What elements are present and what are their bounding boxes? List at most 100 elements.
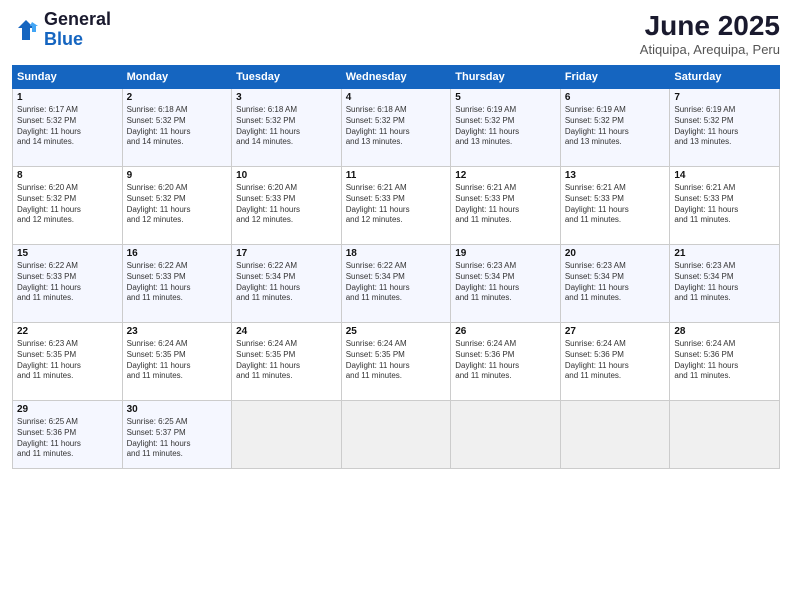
day-number: 3 xyxy=(236,92,337,103)
day-info: Sunrise: 6:23 AM Sunset: 5:34 PM Dayligh… xyxy=(674,261,775,304)
day-number: 9 xyxy=(127,170,228,181)
day-number: 19 xyxy=(455,248,556,259)
day-number: 8 xyxy=(17,170,118,181)
day-info: Sunrise: 6:21 AM Sunset: 5:33 PM Dayligh… xyxy=(455,183,556,226)
day-info: Sunrise: 6:22 AM Sunset: 5:34 PM Dayligh… xyxy=(346,261,447,304)
day-number: 27 xyxy=(565,326,666,337)
day-info: Sunrise: 6:24 AM Sunset: 5:35 PM Dayligh… xyxy=(127,339,228,382)
location: Atiquipa, Arequipa, Peru xyxy=(640,42,780,57)
day-info: Sunrise: 6:20 AM Sunset: 5:33 PM Dayligh… xyxy=(236,183,337,226)
day-number: 11 xyxy=(346,170,447,181)
calendar-cell: 29 Sunrise: 6:25 AM Sunset: 5:36 PM Dayli… xyxy=(13,401,123,469)
calendar-cell: 4 Sunrise: 6:18 AM Sunset: 5:32 PM Daylig… xyxy=(341,89,451,167)
col-header-sunday: Sunday xyxy=(13,66,123,89)
calendar-cell: 21 Sunrise: 6:23 AM Sunset: 5:34 PM Dayli… xyxy=(670,245,780,323)
day-info: Sunrise: 6:18 AM Sunset: 5:32 PM Dayligh… xyxy=(127,105,228,148)
day-info: Sunrise: 6:21 AM Sunset: 5:33 PM Dayligh… xyxy=(565,183,666,226)
calendar-cell: 24 Sunrise: 6:24 AM Sunset: 5:35 PM Dayli… xyxy=(232,323,342,401)
calendar-cell: 15 Sunrise: 6:22 AM Sunset: 5:33 PM Dayli… xyxy=(13,245,123,323)
col-header-monday: Monday xyxy=(122,66,232,89)
col-header-wednesday: Wednesday xyxy=(341,66,451,89)
day-info: Sunrise: 6:25 AM Sunset: 5:37 PM Dayligh… xyxy=(127,417,228,460)
calendar-cell: 5 Sunrise: 6:19 AM Sunset: 5:32 PM Daylig… xyxy=(451,89,561,167)
day-info: Sunrise: 6:24 AM Sunset: 5:36 PM Dayligh… xyxy=(565,339,666,382)
logo-line2: Blue xyxy=(44,29,83,49)
day-number: 2 xyxy=(127,92,228,103)
calendar-cell: 17Sunrise: 6:22 AM Sunset: 5:34 PM Dayli… xyxy=(232,245,342,323)
calendar-cell: 9 Sunrise: 6:20 AM Sunset: 5:32 PM Daylig… xyxy=(122,167,232,245)
calendar-cell: 2 Sunrise: 6:18 AM Sunset: 5:32 PM Daylig… xyxy=(122,89,232,167)
calendar-cell xyxy=(670,401,780,469)
day-number: 5 xyxy=(455,92,556,103)
logo-icon xyxy=(12,16,40,44)
day-info: Sunrise: 6:24 AM Sunset: 5:35 PM Dayligh… xyxy=(346,339,447,382)
calendar-cell: 16Sunrise: 6:22 AM Sunset: 5:33 PM Dayli… xyxy=(122,245,232,323)
day-info: Sunrise: 6:18 AM Sunset: 5:32 PM Dayligh… xyxy=(346,105,447,148)
day-info: Sunrise: 6:23 AM Sunset: 5:35 PM Dayligh… xyxy=(17,339,118,382)
header-row: SundayMondayTuesdayWednesdayThursdayFrid… xyxy=(13,66,780,89)
day-info: Sunrise: 6:21 AM Sunset: 5:33 PM Dayligh… xyxy=(346,183,447,226)
page: General Blue June 2025 Atiquipa, Arequip… xyxy=(0,0,792,612)
day-number: 15 xyxy=(17,248,118,259)
calendar-cell: 28 Sunrise: 6:24 AM Sunset: 5:36 PM Dayli… xyxy=(670,323,780,401)
header: General Blue June 2025 Atiquipa, Arequip… xyxy=(12,10,780,57)
day-number: 4 xyxy=(346,92,447,103)
day-info: Sunrise: 6:25 AM Sunset: 5:36 PM Dayligh… xyxy=(17,417,118,460)
day-info: Sunrise: 6:18 AM Sunset: 5:32 PM Dayligh… xyxy=(236,105,337,148)
day-number: 29 xyxy=(17,404,118,415)
day-number: 25 xyxy=(346,326,447,337)
calendar-cell: 22 Sunrise: 6:23 AM Sunset: 5:35 PM Dayli… xyxy=(13,323,123,401)
calendar-cell: 20Sunrise: 6:23 AM Sunset: 5:34 PM Dayli… xyxy=(560,245,670,323)
calendar-cell: 27 Sunrise: 6:24 AM Sunset: 5:36 PM Dayli… xyxy=(560,323,670,401)
day-info: Sunrise: 6:24 AM Sunset: 5:36 PM Dayligh… xyxy=(455,339,556,382)
day-number: 24 xyxy=(236,326,337,337)
day-info: Sunrise: 6:19 AM Sunset: 5:32 PM Dayligh… xyxy=(455,105,556,148)
day-info: Sunrise: 6:17 AM Sunset: 5:32 PM Dayligh… xyxy=(17,105,118,148)
logo: General Blue xyxy=(12,10,111,50)
day-info: Sunrise: 6:24 AM Sunset: 5:35 PM Dayligh… xyxy=(236,339,337,382)
calendar-cell: 12 Sunrise: 6:21 AM Sunset: 5:33 PM Dayli… xyxy=(451,167,561,245)
calendar-cell: 10 Sunrise: 6:20 AM Sunset: 5:33 PM Dayli… xyxy=(232,167,342,245)
calendar-cell: 26 Sunrise: 6:24 AM Sunset: 5:36 PM Dayli… xyxy=(451,323,561,401)
day-number: 18 xyxy=(346,248,447,259)
day-info: Sunrise: 6:20 AM Sunset: 5:32 PM Dayligh… xyxy=(127,183,228,226)
calendar-cell: 14Sunrise: 6:21 AM Sunset: 5:33 PM Dayli… xyxy=(670,167,780,245)
calendar-cell xyxy=(451,401,561,469)
col-header-saturday: Saturday xyxy=(670,66,780,89)
calendar-cell: 13 Sunrise: 6:21 AM Sunset: 5:33 PM Dayli… xyxy=(560,167,670,245)
day-number: 13 xyxy=(565,170,666,181)
calendar-cell: 18 Sunrise: 6:22 AM Sunset: 5:34 PM Dayli… xyxy=(341,245,451,323)
calendar-cell: 1 Sunrise: 6:17 AM Sunset: 5:32 PM Daylig… xyxy=(13,89,123,167)
day-info: Sunrise: 6:19 AM Sunset: 5:32 PM Dayligh… xyxy=(674,105,775,148)
day-info: Sunrise: 6:22 AM Sunset: 5:34 PM Dayligh… xyxy=(236,261,337,304)
day-info: Sunrise: 6:22 AM Sunset: 5:33 PM Dayligh… xyxy=(17,261,118,304)
calendar-cell xyxy=(560,401,670,469)
calendar-cell: 30 Sunrise: 6:25 AM Sunset: 5:37 PM Dayli… xyxy=(122,401,232,469)
calendar-cell: 25 Sunrise: 6:24 AM Sunset: 5:35 PM Dayli… xyxy=(341,323,451,401)
calendar-cell: 6Sunrise: 6:19 AM Sunset: 5:32 PM Daylig… xyxy=(560,89,670,167)
day-number: 6 xyxy=(565,92,666,103)
month-title: June 2025 xyxy=(640,10,780,42)
col-header-thursday: Thursday xyxy=(451,66,561,89)
calendar-cell: 3 Sunrise: 6:18 AM Sunset: 5:32 PM Daylig… xyxy=(232,89,342,167)
calendar-cell: 7Sunrise: 6:19 AM Sunset: 5:32 PM Daylig… xyxy=(670,89,780,167)
title-block: June 2025 Atiquipa, Arequipa, Peru xyxy=(640,10,780,57)
day-info: Sunrise: 6:24 AM Sunset: 5:36 PM Dayligh… xyxy=(674,339,775,382)
calendar-cell xyxy=(341,401,451,469)
day-number: 23 xyxy=(127,326,228,337)
day-number: 12 xyxy=(455,170,556,181)
day-number: 21 xyxy=(674,248,775,259)
logo-line1: General xyxy=(44,9,111,29)
day-number: 1 xyxy=(17,92,118,103)
day-number: 28 xyxy=(674,326,775,337)
day-number: 30 xyxy=(127,404,228,415)
day-number: 26 xyxy=(455,326,556,337)
day-number: 16 xyxy=(127,248,228,259)
day-info: Sunrise: 6:23 AM Sunset: 5:34 PM Dayligh… xyxy=(455,261,556,304)
calendar-cell xyxy=(232,401,342,469)
day-number: 14 xyxy=(674,170,775,181)
day-number: 22 xyxy=(17,326,118,337)
calendar-cell: 11 Sunrise: 6:21 AM Sunset: 5:33 PM Dayli… xyxy=(341,167,451,245)
day-number: 10 xyxy=(236,170,337,181)
col-header-tuesday: Tuesday xyxy=(232,66,342,89)
